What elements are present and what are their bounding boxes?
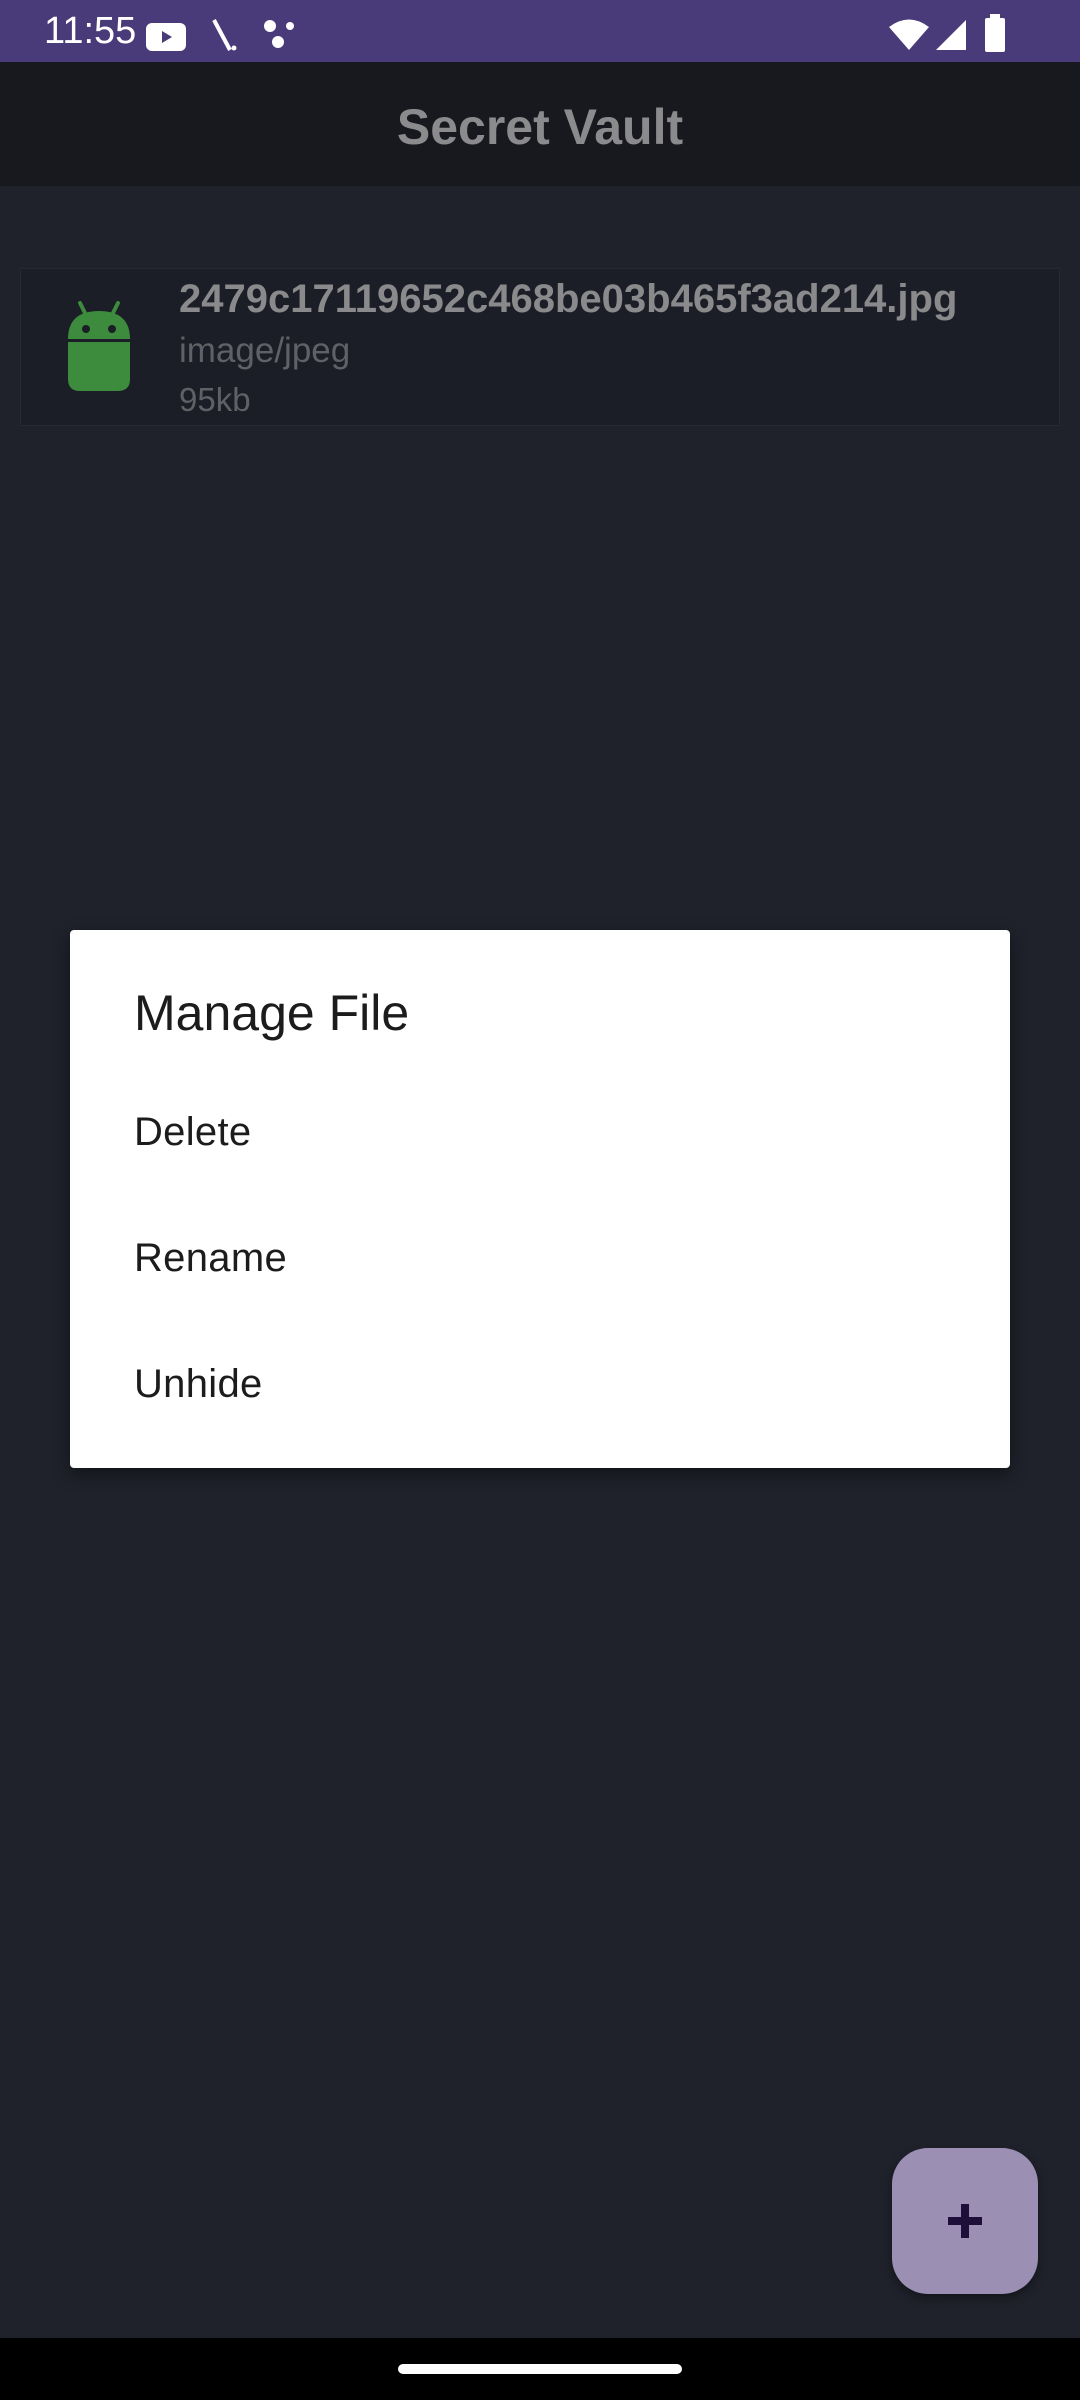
- android-icon: [68, 301, 130, 391]
- plus-icon: [948, 2204, 982, 2238]
- file-type: image/jpeg: [179, 331, 351, 370]
- signal-icon: [936, 20, 966, 50]
- delete-option[interactable]: Delete: [134, 1110, 251, 1155]
- slash-icon: [212, 19, 237, 51]
- file-size: 95kb: [179, 381, 251, 418]
- app-title: Secret Vault: [396, 99, 684, 155]
- status-time: 11:55: [44, 10, 137, 52]
- file-list-item[interactable]: 2479c17119652c468be03b465f3ad214.jpg ima…: [20, 268, 1060, 426]
- file-name: 2479c17119652c468be03b465f3ad214.jpg: [179, 277, 958, 321]
- dots-icon: [264, 20, 294, 48]
- battery-icon: [985, 14, 1005, 52]
- rename-option[interactable]: Rename: [134, 1236, 287, 1281]
- dialog-title: Manage File: [134, 985, 410, 1041]
- youtube-icon: [146, 23, 186, 51]
- navigation-bar: [0, 2338, 1080, 2400]
- app-bar: Secret Vault: [0, 62, 1080, 186]
- manage-file-dialog: Manage File Delete Rename Unhide: [70, 930, 1010, 1468]
- home-handle[interactable]: [398, 2364, 682, 2374]
- unhide-option[interactable]: Unhide: [134, 1362, 263, 1407]
- wifi-icon: [889, 19, 929, 50]
- add-file-button[interactable]: [892, 2148, 1038, 2294]
- status-bar: 11:55: [0, 0, 1080, 62]
